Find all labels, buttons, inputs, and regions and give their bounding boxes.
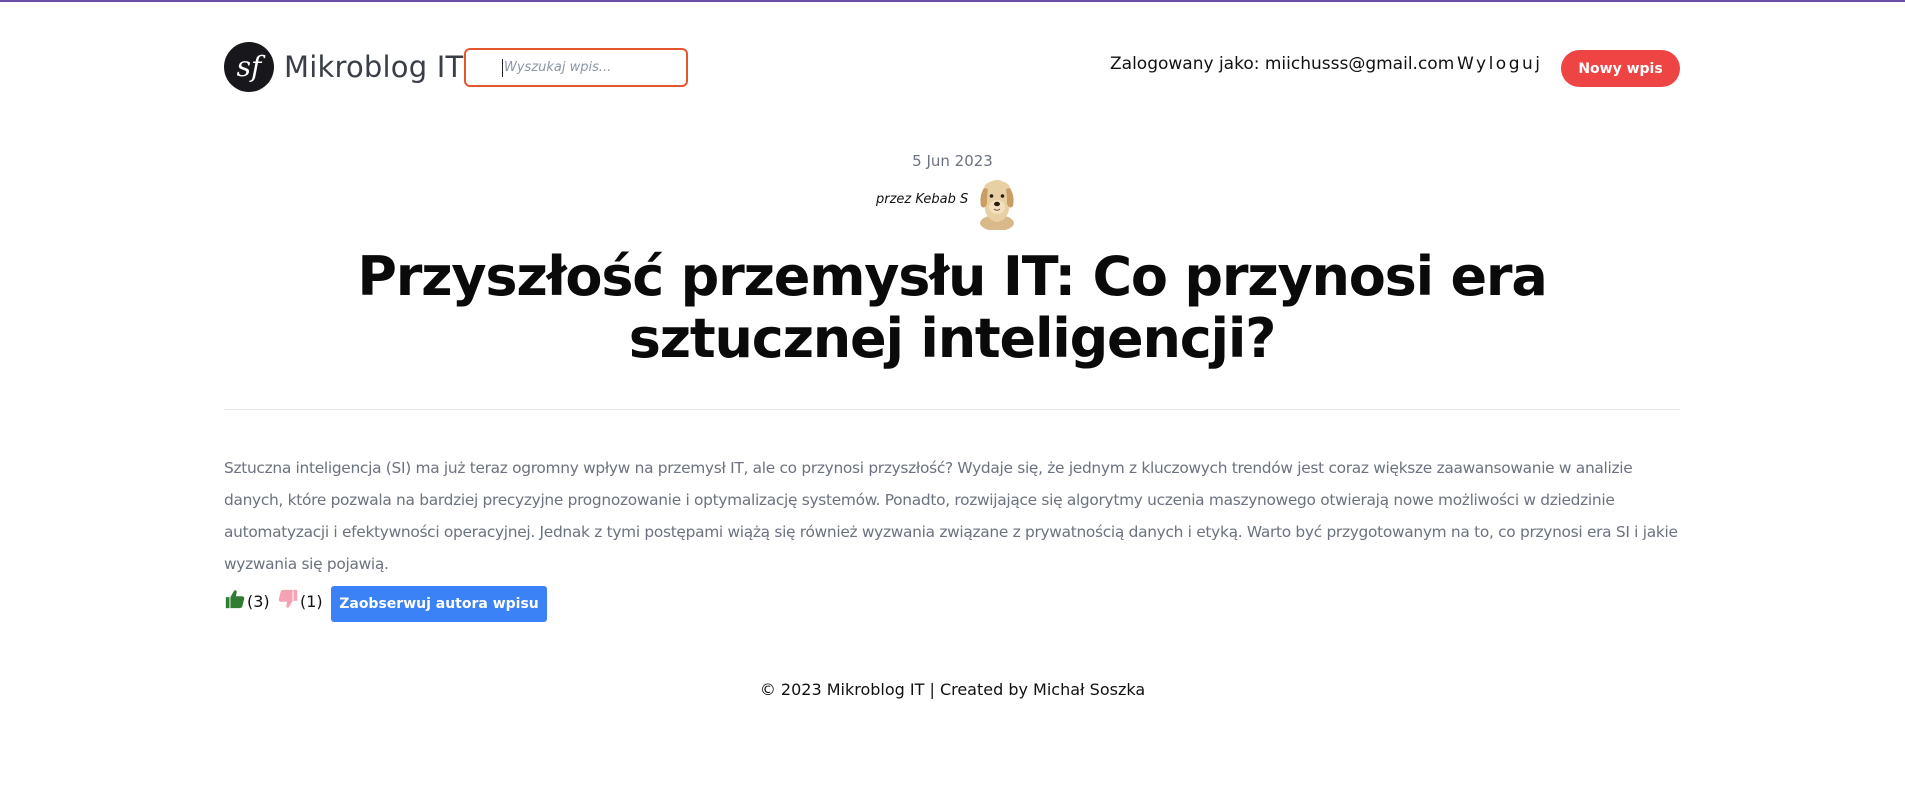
post-author: przez Kebab S (876, 174, 1036, 231)
follow-author-button[interactable]: Zaobserwuj autora wpisu (331, 586, 547, 622)
logout-link[interactable]: Wyloguj (1457, 54, 1542, 74)
title-divider (224, 409, 1680, 410)
post-content: Sztuczna inteligencja (SI) ma już teraz … (224, 459, 1678, 573)
symfony-logo-icon: sf (224, 42, 274, 92)
author-name: przez Kebab S (876, 192, 969, 207)
thumbs-up-icon (224, 588, 246, 614)
dislike-button[interactable]: (1) (277, 588, 323, 614)
dislike-count: (1) (300, 591, 323, 611)
site-title: Mikroblog IT (284, 50, 464, 84)
thumbs-down-icon (277, 588, 299, 614)
text-caret (502, 59, 503, 77)
site-header: sf Mikroblog IT Zalogowany jako: miichus… (224, 40, 1680, 96)
like-count: (3) (247, 591, 270, 611)
logged-in-user: Zalogowany jako: miichusss@gmail.com (1110, 54, 1455, 74)
post-title: Przyszłość przemysłu IT: Co przynosi era… (357, 245, 1547, 370)
post-actions: (3) (1) Zaobserwuj autora wpisu (224, 586, 624, 622)
svg-text:sf: sf (237, 50, 266, 83)
post-date: 5 Jun 2023 (912, 152, 993, 170)
search-input[interactable] (466, 50, 686, 85)
new-post-button[interactable]: Nowy wpis (1561, 50, 1680, 87)
author-avatar (976, 174, 1018, 231)
search-box[interactable] (464, 48, 688, 87)
top-accent-bar (0, 0, 1905, 2)
like-button[interactable]: (3) (224, 588, 270, 614)
site-footer: © 2023 Mikroblog IT | Created by Michał … (759, 680, 1146, 699)
site-logo-link[interactable]: sf Mikroblog IT (224, 42, 463, 92)
